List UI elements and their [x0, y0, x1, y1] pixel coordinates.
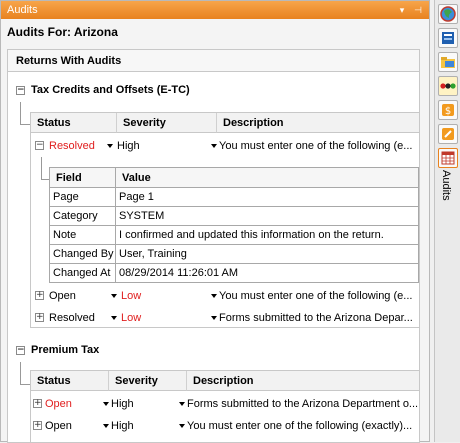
- column-header-field[interactable]: Field: [50, 168, 116, 188]
- field-cell: Category: [50, 207, 116, 225]
- svg-text:$: $: [445, 106, 451, 117]
- severity-dropdown-icon[interactable]: [211, 294, 217, 298]
- status-dropdown-icon[interactable]: [103, 402, 109, 406]
- audits-for-heading: Audits For: Arizona: [7, 25, 118, 39]
- column-header-severity[interactable]: Severity: [109, 371, 187, 391]
- stamp-icon[interactable]: [438, 124, 458, 144]
- table-row[interactable]: + Open High Forms submitted to the Arizo…: [31, 393, 419, 415]
- tree-connector: [20, 362, 21, 384]
- value-cell: I confirmed and updated this information…: [119, 229, 384, 241]
- detail-row: Page Page 1: [50, 188, 418, 207]
- description-cell: Forms submitted to the Arizona Departmen…: [187, 398, 419, 410]
- group-header-etc[interactable]: − Tax Credits and Offsets (E-TC): [16, 82, 190, 98]
- value-cell: User, Training: [119, 248, 187, 260]
- column-header-status[interactable]: Status: [31, 113, 117, 133]
- folder-icon[interactable]: [438, 52, 458, 72]
- severity-dropdown-icon[interactable]: [211, 316, 217, 320]
- status-dropdown-icon[interactable]: [111, 316, 117, 320]
- detail-row: Changed By User, Training: [50, 245, 418, 264]
- severity-dropdown-icon[interactable]: [179, 424, 185, 428]
- table-row[interactable]: − Resolved High You must enter one of th…: [31, 135, 419, 157]
- table-row[interactable]: + Open High You must enter one of the fo…: [31, 415, 419, 437]
- severity-cell: High: [111, 420, 134, 432]
- status-dropdown-icon[interactable]: [103, 424, 109, 428]
- traffic-light-icon[interactable]: [438, 76, 458, 96]
- audits-tab-label[interactable]: Audits: [440, 170, 452, 201]
- column-header-description[interactable]: Description: [217, 113, 419, 133]
- status-cell: Open: [49, 290, 76, 302]
- table-row[interactable]: + Resolved Low Forms submitted to the Ar…: [31, 307, 419, 329]
- status-cell: Open: [45, 398, 72, 410]
- expand-icon[interactable]: +: [33, 421, 42, 430]
- section-title: Returns With Audits: [8, 50, 419, 72]
- field-cell: Page: [50, 188, 116, 206]
- book-icon[interactable]: [438, 28, 458, 48]
- expand-icon[interactable]: +: [35, 313, 44, 322]
- table-row[interactable]: + Open Low You must enter one of the fol…: [31, 285, 419, 307]
- status-dropdown-icon[interactable]: [107, 144, 113, 148]
- severity-dropdown-icon[interactable]: [211, 144, 217, 148]
- collapse-icon[interactable]: −: [16, 345, 25, 355]
- tree-connector: [20, 102, 21, 124]
- description-cell: You must enter one of the following (exa…: [187, 420, 413, 432]
- globe-icon[interactable]: [438, 4, 458, 24]
- audit-detail-grid: Field Value Page Page 1 Category SYSTEM …: [49, 167, 419, 283]
- right-toolbar: $ Audits: [434, 0, 460, 442]
- severity-cell: High: [111, 398, 134, 410]
- field-cell: Note: [50, 226, 116, 244]
- tree-connector: [41, 157, 42, 179]
- tree-connector: [41, 179, 49, 180]
- detail-row: Note I confirmed and updated this inform…: [50, 226, 418, 245]
- audit-grid-premium-tax: Status Severity Description + Open High …: [30, 370, 419, 442]
- severity-cell: Low: [121, 312, 142, 324]
- detail-row: Changed At 08/29/2014 11:26:01 AM: [50, 264, 418, 283]
- audits-grid-icon[interactable]: [438, 148, 458, 168]
- detail-row: Category SYSTEM: [50, 207, 418, 226]
- expand-icon[interactable]: +: [35, 291, 44, 300]
- status-cell: Resolved: [49, 140, 95, 152]
- status-cell: Open: [45, 420, 72, 432]
- column-header-severity[interactable]: Severity: [117, 113, 217, 133]
- severity-cell: Low: [121, 290, 142, 302]
- tree-connector: [20, 124, 30, 125]
- column-header-description[interactable]: Description: [187, 371, 419, 391]
- group-header-premium-tax[interactable]: − Premium Tax: [16, 342, 99, 358]
- description-cell: You must enter one of the following (e..…: [219, 140, 413, 152]
- pin-icon[interactable]: ⊣: [411, 1, 425, 19]
- badge-icon[interactable]: $: [438, 100, 458, 120]
- value-cell: Page 1: [119, 191, 154, 203]
- expand-icon[interactable]: +: [33, 399, 42, 408]
- pane-title: Audits: [7, 4, 38, 16]
- field-cell: Changed By: [50, 245, 116, 263]
- value-cell: SYSTEM: [119, 210, 165, 222]
- status-cell: Resolved: [49, 312, 95, 324]
- description-cell: You must enter one of the following (e..…: [219, 290, 413, 302]
- audits-pane: Audits ▾ ⊣ Audits For: Arizona Returns W…: [0, 0, 430, 443]
- description-cell: Forms submitted to the Arizona Depar...: [219, 312, 413, 324]
- column-header-status[interactable]: Status: [31, 371, 109, 391]
- collapse-icon[interactable]: −: [35, 141, 44, 150]
- group-label: Premium Tax: [31, 344, 100, 356]
- severity-dropdown-icon[interactable]: [179, 402, 185, 406]
- pane-titlebar: Audits ▾ ⊣: [1, 1, 429, 19]
- severity-cell: High: [117, 140, 140, 152]
- column-header-value[interactable]: Value: [116, 168, 418, 188]
- value-cell: 08/29/2014 11:26:01 AM: [119, 267, 239, 279]
- tree-connector: [20, 384, 30, 385]
- returns-panel: Returns With Audits − Tax Credits and Of…: [7, 49, 420, 443]
- audit-grid-etc: Status Severity Description − Resolved H…: [30, 112, 419, 329]
- status-dropdown-icon[interactable]: [111, 294, 117, 298]
- group-label: Tax Credits and Offsets (E-TC): [31, 84, 190, 96]
- field-cell: Changed At: [50, 264, 116, 282]
- dropdown-icon[interactable]: ▾: [395, 1, 409, 19]
- collapse-icon[interactable]: −: [16, 85, 25, 95]
